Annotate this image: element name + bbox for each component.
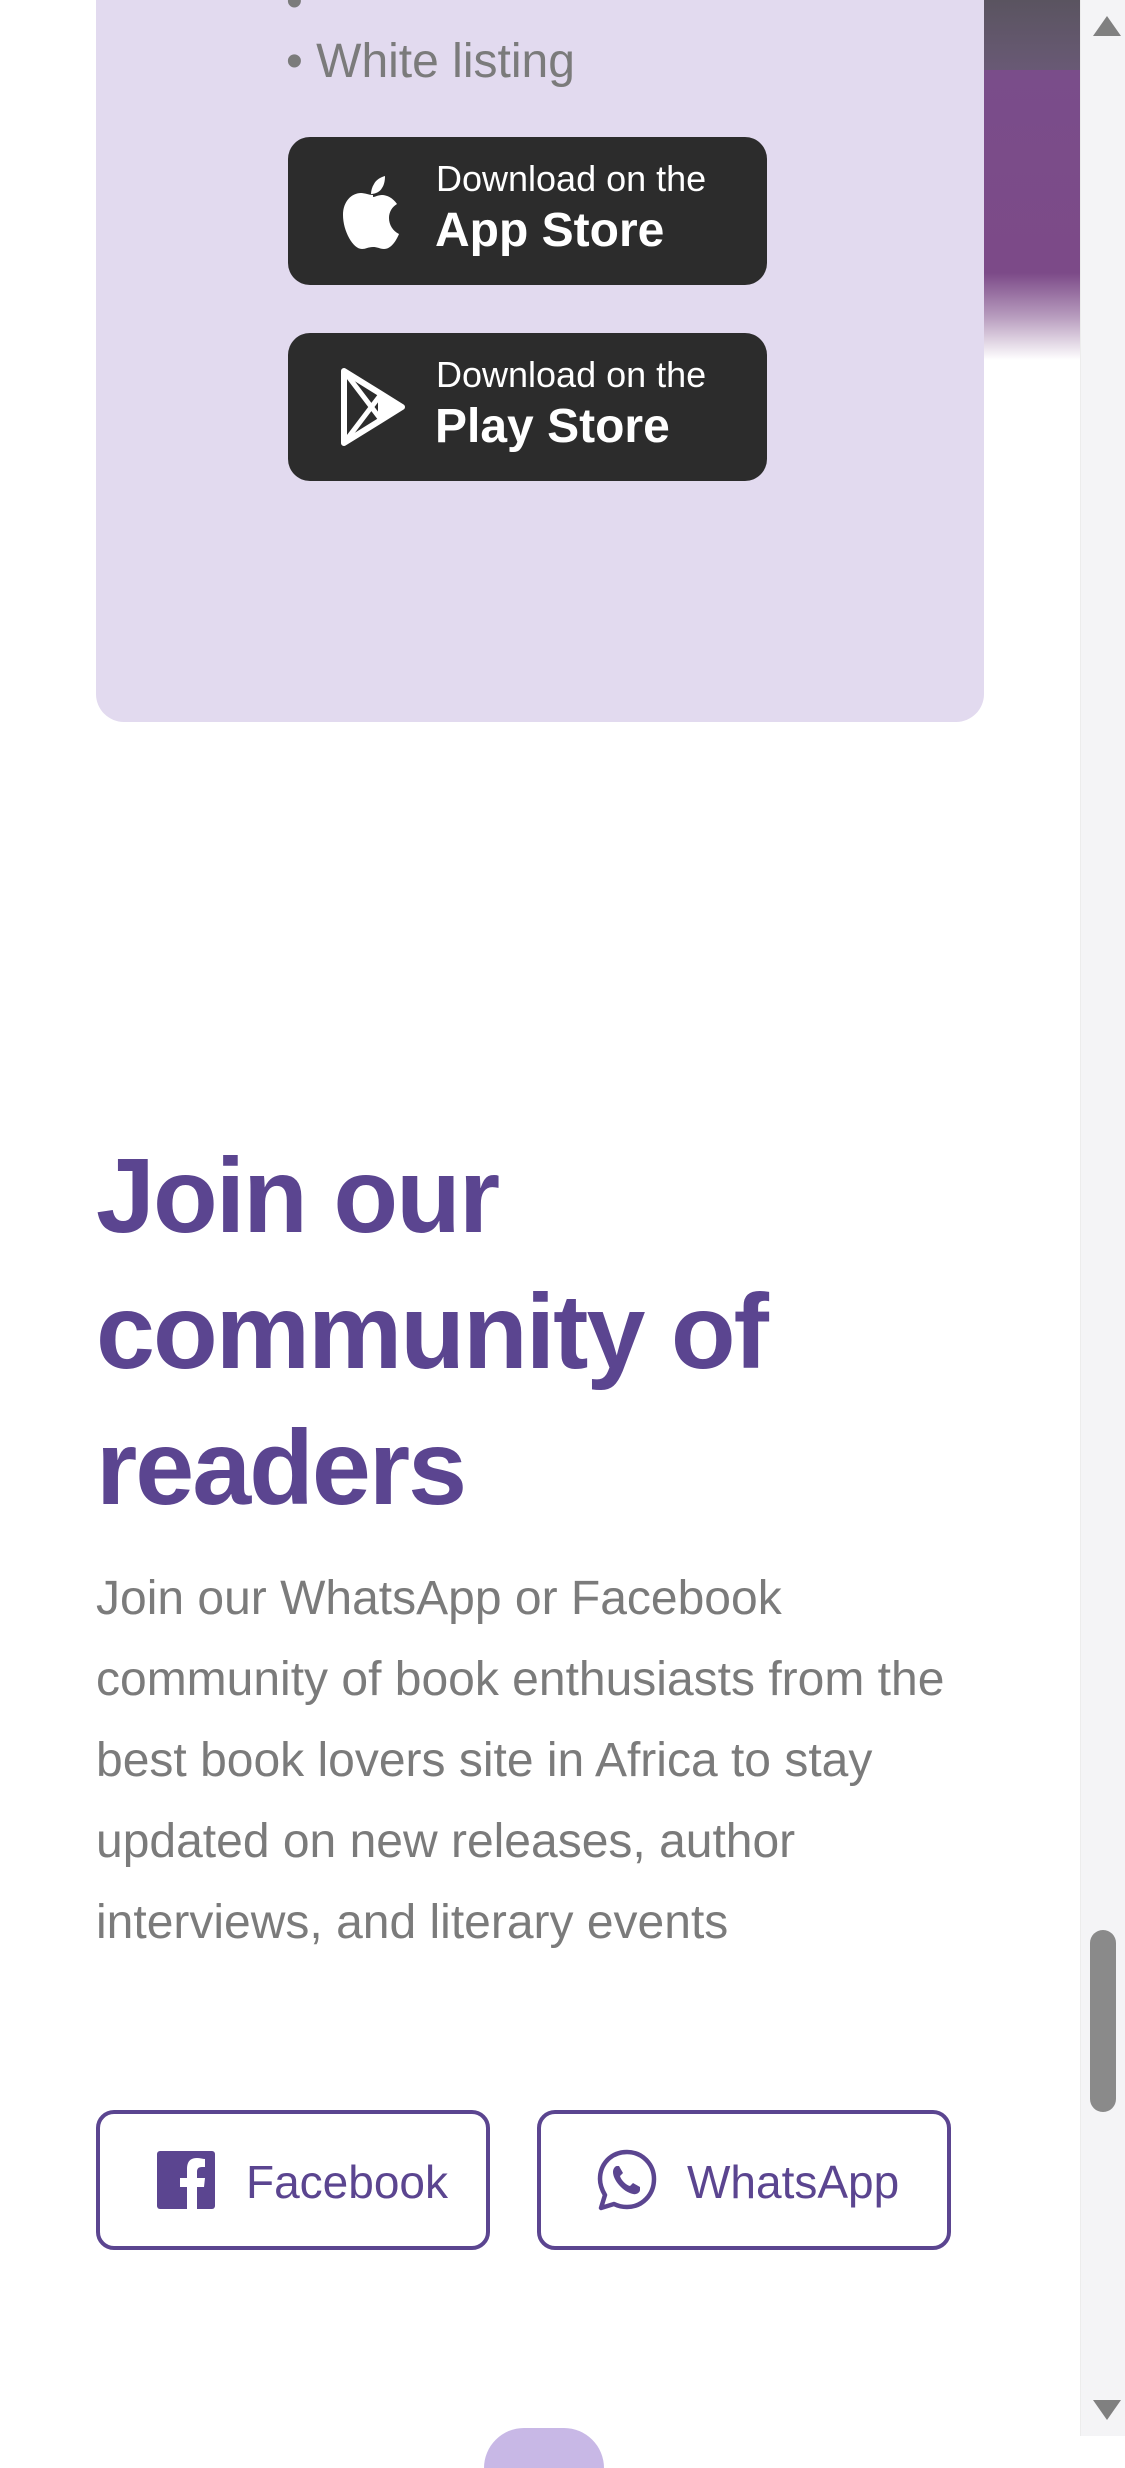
whatsapp-button[interactable]: WhatsApp <box>537 2110 951 2250</box>
app-store-small-text: Download on the <box>436 158 707 199</box>
whatsapp-icon <box>597 2149 657 2211</box>
facebook-icon <box>157 2151 215 2209</box>
apple-icon <box>343 176 399 249</box>
facebook-label: Facebook <box>246 2156 449 2208</box>
decorative-image-top <box>984 0 1080 80</box>
scroll-up-arrow-icon[interactable] <box>1093 16 1121 36</box>
play-store-button[interactable]: Download on the Play Store <box>288 333 767 481</box>
app-store-big-text: App Store <box>435 204 665 257</box>
play-store-big-text: Play Store <box>435 400 670 453</box>
whatsapp-label: WhatsApp <box>687 2156 900 2208</box>
next-section-decoration <box>484 2428 604 2468</box>
decorative-image-body <box>984 70 1080 360</box>
facebook-button[interactable]: Facebook <box>96 2110 490 2250</box>
scrollbar-thumb[interactable] <box>1090 1930 1116 2112</box>
community-heading: Join our community of readers <box>96 1137 769 1527</box>
play-store-icon <box>341 368 405 446</box>
scrollbar[interactable] <box>1080 0 1125 2436</box>
decorative-image <box>984 0 1080 400</box>
scroll-down-arrow-icon[interactable] <box>1093 2400 1121 2420</box>
play-store-small-text: Download on the <box>436 354 707 395</box>
feature-item-partial: • <box>286 0 303 28</box>
feature-item-white-listing: • White listing <box>286 35 575 88</box>
community-description: Join our WhatsApp or Facebook community … <box>96 1572 945 1949</box>
app-store-button[interactable]: Download on the App Store <box>288 137 767 285</box>
